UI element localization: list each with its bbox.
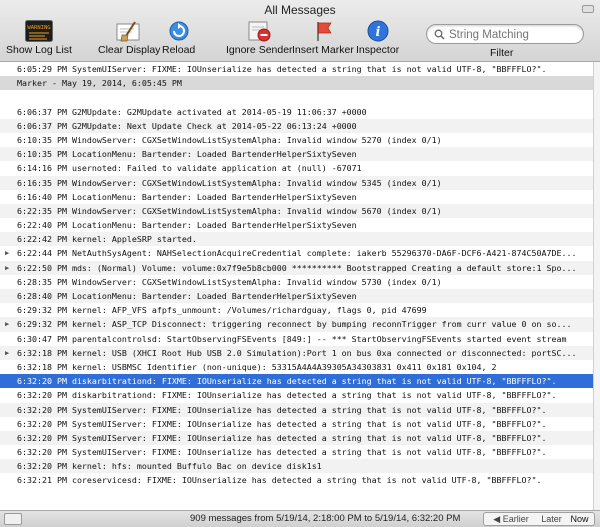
status-bar: 909 messages from 5/19/14, 2:18:00 PM to… bbox=[0, 510, 600, 527]
sidebar-toggle-button[interactable] bbox=[4, 513, 22, 525]
marker-flag-icon bbox=[317, 22, 332, 41]
log-row[interactable] bbox=[0, 90, 593, 104]
vertical-scrollbar[interactable] bbox=[593, 62, 600, 510]
log-row-text: 6:22:50 PM mds: (Normal) Volume: volume:… bbox=[17, 262, 577, 273]
log-row-text: 6:29:32 PM kernel: ASP_TCP Disconnect: t… bbox=[17, 319, 572, 330]
log-row-text: 6:32:20 PM kernel: hfs: mounted Buffulo … bbox=[17, 461, 322, 472]
clear-display-button[interactable]: Clear Display bbox=[98, 20, 160, 56]
log-row-text: 6:10:35 PM WindowServer: CGXSetWindowLis… bbox=[17, 134, 442, 145]
toolbar-toggle-button[interactable] bbox=[582, 5, 594, 13]
reload-label: Reload bbox=[162, 44, 196, 56]
svg-text:i: i bbox=[375, 25, 380, 40]
info-icon: i bbox=[367, 20, 389, 42]
log-row-text: 6:32:21 PM coreservicesd: FIXME: IOUnser… bbox=[17, 475, 542, 486]
show-log-list-label: Show Log List bbox=[6, 44, 72, 56]
log-row-text: 6:22:40 PM LocationMenu: Bartender: Load… bbox=[17, 220, 357, 231]
log-row-text: 6:32:20 PM SystemUIServer: FIXME: IOUnse… bbox=[17, 447, 547, 458]
log-row[interactable]: ▶ 6:22:44 PM NetAuthSysAgent: NAHSelectio… bbox=[0, 246, 593, 260]
log-row[interactable]: ▶ 6:22:50 PM mds: (Normal) Volume: volume… bbox=[0, 260, 593, 275]
ignore-sender-button[interactable]: Ignore Sender bbox=[226, 20, 293, 56]
now-button[interactable]: Now bbox=[565, 512, 595, 526]
log-row-text: 6:32:20 PM SystemUIServer: FIXME: IOUnse… bbox=[17, 432, 547, 443]
log-row[interactable]: 6:32:18 PM kernel: USBMSC Identifier (no… bbox=[0, 360, 593, 374]
log-row[interactable]: 6:32:20 PM SystemUIServer: FIXME: IOUnse… bbox=[0, 417, 593, 431]
log-row-text: 6:06:37 PM G2MUpdate: Next Update Check … bbox=[17, 120, 357, 131]
log-row[interactable]: 6:32:20 PM diskarbitrationd: FIXME: IOUn… bbox=[0, 374, 593, 389]
message-count: 909 messages from 5/19/14, 2:18:00 PM to… bbox=[190, 513, 461, 524]
broom-icon bbox=[116, 21, 140, 42]
search-input[interactable] bbox=[449, 27, 574, 42]
log-row-text: 6:32:20 PM diskarbitrationd: FIXME: IOUn… bbox=[17, 376, 557, 387]
window-title: All Messages bbox=[264, 3, 336, 17]
log-row[interactable]: 6:32:20 PM SystemUIServer: FIXME: IOUnse… bbox=[0, 445, 593, 459]
titlebar: All Messages WARNING Show Log List Clear… bbox=[0, 0, 600, 62]
log-row-text: 6:06:37 PM G2MUpdate: G2MUpdate activate… bbox=[17, 106, 367, 117]
log-row-text: 6:16:40 PM LocationMenu: Bartender: Load… bbox=[17, 191, 357, 202]
log-row[interactable]: 6:32:20 PM kernel: hfs: mounted Buffulo … bbox=[0, 459, 593, 474]
log-row[interactable]: 6:29:32 PM kernel: AFP_VFS afpfs_unmount… bbox=[0, 303, 593, 317]
log-row[interactable]: ▶ 6:32:18 PM kernel: USB (XHCI Root Hub U… bbox=[0, 345, 593, 360]
earlier-button[interactable]: ◀ Earlier bbox=[483, 512, 539, 526]
log-list-icon: WARNING bbox=[24, 20, 53, 42]
disclosure-triangle-icon[interactable]: ▶ bbox=[5, 346, 9, 360]
log-row-text: 6:28:35 PM WindowServer: CGXSetWindowLis… bbox=[17, 276, 442, 287]
log-row-text: 6:22:35 PM WindowServer: CGXSetWindowLis… bbox=[17, 205, 442, 216]
log-row[interactable]: 6:32:20 PM SystemUIServer: FIXME: IOUnse… bbox=[0, 402, 593, 417]
log-row-text: Marker - May 19, 2014, 6:05:45 PM bbox=[17, 78, 182, 89]
log-row[interactable]: 6:32:21 PM coreservicesd: FIXME: IOUnser… bbox=[0, 473, 593, 487]
ignore-sender-label: Ignore Sender bbox=[226, 44, 293, 56]
inspector-label: Inspector bbox=[356, 44, 400, 56]
filter-label: Filter bbox=[490, 47, 514, 59]
later-button[interactable]: Later bbox=[538, 512, 566, 526]
log-row[interactable]: 6:32:20 PM SystemUIServer: FIXME: IOUnse… bbox=[0, 430, 593, 446]
reload-button[interactable]: Reload bbox=[162, 20, 195, 56]
log-row[interactable]: 6:05:29 PM SystemUIServer: FIXME: IOUnse… bbox=[0, 62, 593, 76]
log-row[interactable]: 6:06:37 PM G2MUpdate: G2MUpdate activate… bbox=[0, 105, 593, 119]
log-row-text: 6:22:42 PM kernel: AppleSRP started. bbox=[17, 234, 197, 245]
log-row-text: 6:14:16 PM usernoted: Failed to validate… bbox=[17, 163, 362, 174]
inspector-button[interactable]: i Inspector bbox=[356, 20, 399, 56]
log-row[interactable]: 6:10:35 PM LocationMenu: Bartender: Load… bbox=[0, 147, 593, 162]
log-row-text: 6:28:40 PM LocationMenu: Bartender: Load… bbox=[17, 291, 357, 301]
log-row[interactable]: 6:16:35 PM WindowServer: CGXSetWindowLis… bbox=[0, 175, 593, 190]
log-row-text: 6:05:29 PM SystemUIServer: FIXME: IOUnse… bbox=[17, 64, 547, 74]
marker-row[interactable]: Marker - May 19, 2014, 6:05:45 PM bbox=[0, 76, 593, 91]
log-row[interactable]: ▶ 6:29:32 PM kernel: ASP_TCP Disconnect: … bbox=[0, 317, 593, 332]
reload-icon bbox=[169, 21, 189, 41]
disclosure-triangle-icon[interactable]: ▶ bbox=[5, 317, 9, 331]
log-row[interactable]: 6:28:40 PM LocationMenu: Bartender: Load… bbox=[0, 289, 593, 304]
log-row-text: 6:22:44 PM NetAuthSysAgent: NAHSelection… bbox=[17, 248, 577, 259]
log-row[interactable]: 6:10:35 PM WindowServer: CGXSetWindowLis… bbox=[0, 133, 593, 147]
log-row[interactable]: 6:32:20 PM diskarbitrationd: FIXME: IOUn… bbox=[0, 388, 593, 402]
log-row[interactable]: 6:30:47 PM parentalcontrolsd: StartObser… bbox=[0, 332, 593, 346]
show-log-list-button[interactable]: WARNING Show Log List bbox=[6, 20, 72, 56]
clear-display-label: Clear Display bbox=[98, 44, 161, 56]
log-row-text: 6:16:35 PM WindowServer: CGXSetWindowLis… bbox=[17, 177, 442, 188]
log-icon-text: WARNING bbox=[27, 25, 50, 31]
ignore-sender-icon bbox=[248, 21, 271, 42]
log-message-list[interactable]: 6:05:29 PM SystemUIServer: FIXME: IOUnse… bbox=[0, 62, 593, 510]
log-row[interactable]: 6:14:16 PM usernoted: Failed to validate… bbox=[0, 161, 593, 175]
console-window: All Messages WARNING Show Log List Clear… bbox=[0, 0, 600, 527]
log-row[interactable]: 6:22:35 PM WindowServer: CGXSetWindowLis… bbox=[0, 203, 593, 219]
log-row-text: 6:10:35 PM LocationMenu: Bartender: Load… bbox=[17, 149, 357, 160]
log-row-text: 6:32:20 PM SystemUIServer: FIXME: IOUnse… bbox=[17, 418, 547, 429]
log-row-text: 6:32:18 PM kernel: USB (XHCI Root Hub US… bbox=[17, 347, 577, 358]
log-row[interactable]: 6:28:35 PM WindowServer: CGXSetWindowLis… bbox=[0, 275, 593, 289]
insert-marker-button[interactable]: Insert Marker bbox=[292, 20, 354, 56]
disclosure-triangle-icon[interactable]: ▶ bbox=[5, 246, 9, 260]
log-row-text: 6:32:20 PM diskarbitrationd: FIXME: IOUn… bbox=[17, 390, 557, 401]
log-row-text: 6:29:32 PM kernel: AFP_VFS afpfs_unmount… bbox=[17, 305, 427, 316]
log-row-text: 6:32:18 PM kernel: USBMSC Identifier (no… bbox=[17, 361, 497, 372]
log-row[interactable]: 6:16:40 PM LocationMenu: Bartender: Load… bbox=[0, 190, 593, 204]
log-row[interactable]: 6:22:42 PM kernel: AppleSRP started. bbox=[0, 232, 593, 247]
log-row-text: 6:30:47 PM parentalcontrolsd: StartObser… bbox=[17, 333, 567, 344]
insert-marker-label: Insert Marker bbox=[292, 44, 354, 56]
disclosure-triangle-icon[interactable]: ▶ bbox=[5, 261, 9, 275]
log-row[interactable]: 6:22:40 PM LocationMenu: Bartender: Load… bbox=[0, 218, 593, 232]
search-field[interactable] bbox=[426, 24, 584, 44]
log-row[interactable]: 6:06:37 PM G2MUpdate: Next Update Check … bbox=[0, 118, 593, 133]
search-icon bbox=[434, 29, 445, 40]
log-row-text: 6:32:20 PM SystemUIServer: FIXME: IOUnse… bbox=[17, 404, 547, 415]
